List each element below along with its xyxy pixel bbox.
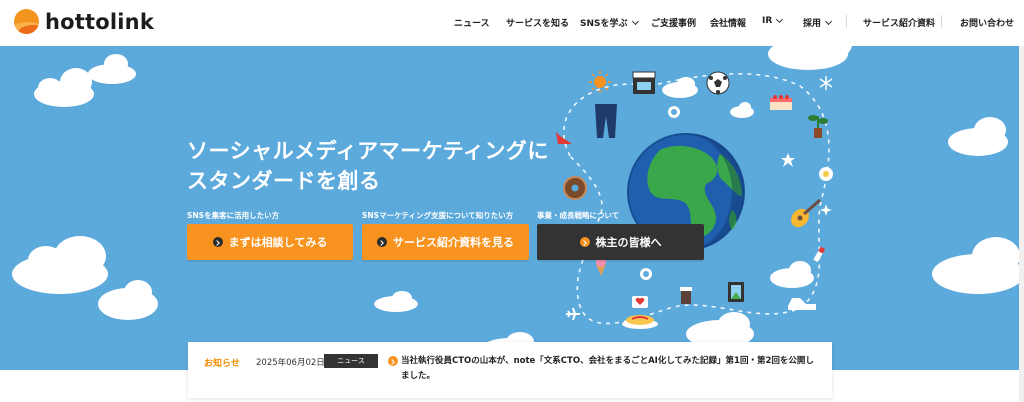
nav-label: SNSを学ぶ	[580, 19, 628, 29]
cta-caption-consult: SNSを集客に活用したい方	[187, 211, 280, 220]
star-icon	[781, 153, 795, 167]
news-date: 2025年06月02日	[256, 358, 325, 368]
news-label: お知らせ	[204, 359, 240, 369]
nav-divider	[846, 15, 847, 28]
nav-service-docs[interactable]: サービス紹介資料	[863, 16, 935, 29]
main-nav: ニュース サービスを知る SNSを学ぶ ご支援事例 会社情報 IR 採用 サービ…	[0, 0, 1024, 46]
nav-label: サービスを知る	[506, 19, 570, 29]
consult-button-label: まずは相談してみる	[228, 236, 328, 249]
coffee-cup-icon	[680, 287, 692, 304]
nav-label: お問い合わせ	[960, 19, 1015, 29]
chevron-down-icon	[776, 15, 784, 24]
nav-label: IR	[762, 16, 773, 26]
nav-cases[interactable]: ご支援事例	[651, 16, 696, 29]
service-docs-button-label: サービス紹介資料を見る	[393, 236, 514, 249]
pants-icon	[595, 104, 617, 138]
target-icon	[640, 268, 652, 280]
airplane-icon	[566, 307, 580, 321]
cake-icon	[770, 95, 792, 110]
consult-button[interactable]: まずは相談してみる	[187, 224, 353, 260]
nav-label: サービス紹介資料	[863, 19, 936, 29]
scrollbar[interactable]	[1019, 46, 1024, 402]
donut-icon	[563, 176, 587, 200]
cta-caption-investors: 事業・成長戦略について	[537, 211, 620, 220]
chevron-down-icon	[631, 17, 639, 25]
heart-message-icon	[632, 296, 648, 308]
service-docs-button[interactable]: サービス紹介資料を見る	[362, 224, 529, 260]
cta-caption-docs: SNSマーケティング支援について知りたい方	[362, 211, 514, 220]
nav-label: 会社情報	[710, 19, 747, 29]
cloud-icon	[374, 291, 418, 312]
target-icon	[668, 106, 680, 118]
arrow-circle-icon	[388, 356, 398, 366]
nav-ir[interactable]: IR	[762, 15, 784, 26]
nav-company[interactable]: 会社情報	[710, 16, 746, 29]
clapperboard-icon	[632, 71, 656, 94]
hero-section: ソーシャルメディアマーケティングに スタンダードを創る SNSを集客に活用したい…	[0, 46, 1019, 370]
nav-services[interactable]: サービスを知る	[506, 16, 569, 29]
site-header: hottolink ニュース サービスを知る SNSを学ぶ ご支援事例 会社情報…	[0, 0, 1024, 46]
cloud-icon	[770, 261, 814, 288]
nav-contact[interactable]: お問い合わせ	[960, 16, 1014, 29]
investors-button-label: 株主の皆様へ	[595, 236, 662, 249]
arrow-circle-icon	[377, 237, 387, 247]
sneaker-icon	[788, 298, 816, 310]
sparkle-icon	[820, 204, 832, 216]
snowflake-icon	[819, 76, 833, 90]
nav-label: ニュース	[454, 19, 490, 29]
cloud-icon	[768, 46, 852, 70]
chevron-down-icon	[824, 17, 833, 25]
hero-clouds	[12, 46, 1019, 362]
investors-button[interactable]: 株主の皆様へ	[537, 224, 704, 260]
omelette-rice-icon	[622, 315, 658, 329]
cloud-icon	[12, 236, 158, 320]
nav-divider	[941, 15, 942, 28]
news-bar: お知らせ 2025年06月02日 ニュース 当社執行役員CTOの山本が、note…	[188, 342, 832, 398]
news-tag-badge: ニュース	[324, 354, 378, 368]
nav-recruit[interactable]: 採用	[803, 16, 833, 29]
guitar-icon	[791, 198, 821, 228]
flower-icon	[819, 167, 833, 181]
news-link[interactable]: 当社執行役員CTOの山本が、note「文系CTO、会社をまるごとAI化してみた記…	[401, 354, 821, 384]
picture-frame-icon	[728, 282, 744, 302]
hero-title: ソーシャルメディアマーケティングに スタンダードを創る	[187, 136, 549, 196]
hero-title-line2: スタンダードを創る	[187, 169, 381, 193]
hero-title-line1: ソーシャルメディアマーケティングに	[187, 139, 549, 163]
cloud-icon	[948, 117, 1008, 156]
plant-icon	[808, 115, 828, 138]
arrow-circle-icon	[212, 237, 223, 247]
nav-label: 採用	[803, 19, 822, 29]
nav-news[interactable]: ニュース	[454, 16, 490, 29]
cloud-icon	[932, 237, 1019, 294]
arrow-circle-icon	[579, 237, 590, 247]
nav-label: ご支援事例	[651, 19, 697, 29]
nav-learn-sns[interactable]: SNSを学ぶ	[580, 16, 639, 29]
cloud-icon	[34, 54, 136, 107]
soccer-ball-icon	[706, 71, 730, 95]
